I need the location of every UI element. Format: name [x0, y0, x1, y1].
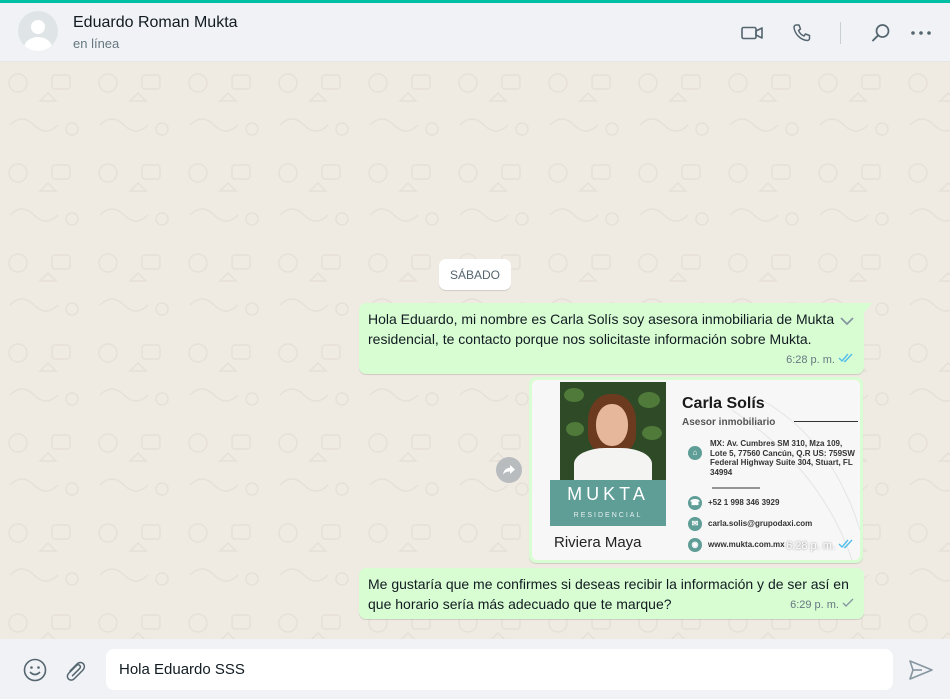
outgoing-message[interactable]: Hola Eduardo, mi nombre es Carla Solís s…: [359, 303, 872, 374]
chevron-down-icon[interactable]: [840, 311, 854, 331]
card-email: carla.solis@grupodaxi.com: [708, 519, 813, 528]
header-divider: [840, 22, 841, 44]
contact-name: Eduardo Roman Mukta: [73, 14, 238, 31]
message-time: 6:28 p. m.: [786, 354, 835, 366]
check-icon: [842, 595, 854, 615]
business-card-image[interactable]: MUKTA RESIDENCIAL Riviera Maya Carla Sol…: [532, 380, 860, 560]
voice-call-icon[interactable]: [790, 21, 814, 45]
chat-header: Eduardo Roman Mukta en línea: [0, 3, 950, 62]
message-meta: 6:28 p. m.: [786, 536, 854, 556]
brand-logo: MUKTA RESIDENCIAL: [550, 480, 666, 526]
message-text: Me gustaría que me confirmes si deseas r…: [368, 576, 849, 612]
message-meta: 6:29 p. m.: [790, 595, 854, 615]
card-address: MX: Av. Cumbres SM 310, Mza 109, Lote 5,…: [710, 439, 855, 477]
video-call-icon[interactable]: [740, 21, 764, 45]
card-agent-role: Asesor inmobiliario: [682, 417, 776, 428]
email-icon: ✉: [688, 517, 702, 531]
contact-status: en línea: [73, 36, 120, 51]
outgoing-message[interactable]: Me gustaría que me confirmes si deseas r…: [359, 568, 864, 619]
message-meta: 6:28 p. m.: [786, 350, 854, 370]
agent-photo: [560, 382, 666, 482]
card-location: Riviera Maya: [554, 534, 642, 551]
composer-bar: [0, 639, 950, 699]
double-check-icon: [838, 350, 854, 370]
outgoing-image-message[interactable]: MUKTA RESIDENCIAL Riviera Maya Carla Sol…: [529, 377, 863, 563]
globe-icon: ◉: [688, 538, 702, 552]
card-web: www.mukta.com.mx: [708, 540, 785, 549]
card-email-row: ✉ carla.solis@grupodaxi.com: [688, 514, 812, 534]
card-web-row: ◉ www.mukta.com.mx: [688, 535, 785, 555]
emoji-icon[interactable]: [22, 657, 48, 683]
card-phone: +52 1 998 346 3929: [708, 498, 780, 507]
double-check-icon: [838, 536, 854, 556]
chat-area[interactable]: SÁBADO Hola Eduardo, mi nombre es Carla …: [0, 63, 950, 639]
message-time: 6:28 p. m.: [786, 540, 835, 552]
message-input[interactable]: [106, 649, 893, 690]
forward-icon[interactable]: [496, 457, 522, 483]
day-separator: SÁBADO: [439, 259, 511, 290]
message-time: 6:29 p. m.: [790, 599, 839, 611]
phone-icon: ☎: [688, 496, 702, 510]
home-icon: ⌂: [688, 446, 702, 460]
card-phone-row: ☎ +52 1 998 346 3929: [688, 493, 779, 513]
card-agent-name: Carla Solís: [682, 395, 765, 412]
attach-icon[interactable]: [62, 657, 88, 683]
message-text: Hola Eduardo, mi nombre es Carla Solís s…: [368, 311, 835, 347]
search-icon[interactable]: [869, 21, 893, 45]
card-divider: [794, 421, 858, 422]
send-icon[interactable]: [908, 657, 934, 683]
contact-info[interactable]: Eduardo Roman Mukta en línea: [73, 13, 238, 53]
contact-avatar[interactable]: [18, 11, 58, 51]
menu-icon[interactable]: [909, 21, 933, 45]
